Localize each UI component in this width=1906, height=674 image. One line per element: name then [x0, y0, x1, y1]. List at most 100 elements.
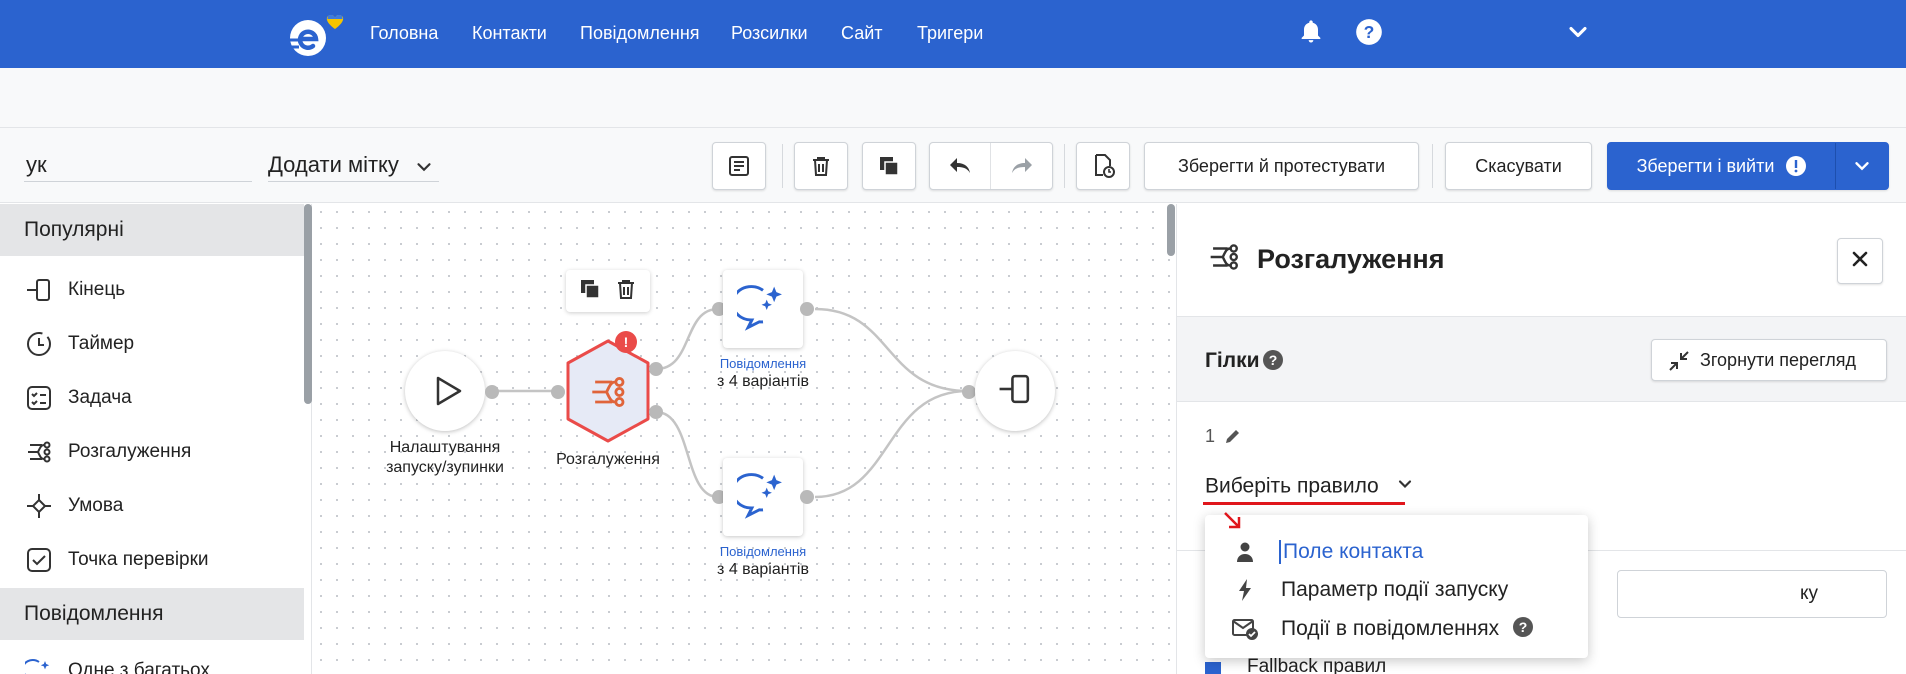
rule-select-label: Виберіть правило	[1205, 474, 1379, 498]
dropdown-item-message-events[interactable]: Події в повідомленнях ?	[1205, 609, 1588, 649]
end-node[interactable]	[975, 351, 1055, 431]
collapse-view-button[interactable]: Згорнути перегляд	[1651, 339, 1887, 381]
branch-node[interactable]	[565, 338, 651, 444]
lightning-icon	[1227, 578, 1263, 602]
svg-text:?: ?	[1269, 352, 1278, 368]
save-and-exit-label: Зберегти і вийти	[1636, 155, 1775, 176]
help-icon[interactable]: ?	[1513, 616, 1534, 642]
message-node-caption: Повідомлення	[719, 544, 807, 559]
error-badge: !	[615, 331, 637, 353]
toolbar-divider	[1064, 144, 1065, 188]
file-history-icon	[1090, 153, 1116, 179]
palette-item-label: Кінець	[68, 279, 126, 300]
palette-section-popular[interactable]: Популярні	[0, 204, 304, 256]
palette-item-timer[interactable]: Таймер	[0, 317, 304, 371]
save-and-exit-button[interactable]: Зберегти і вийти	[1608, 143, 1836, 189]
copy-icon	[877, 154, 901, 178]
logo[interactable]	[288, 14, 348, 58]
palette-section-messages[interactable]: Повідомлення	[0, 588, 304, 640]
connector-dot[interactable]	[649, 362, 663, 376]
palette-item-checkpoint[interactable]: Точка перевірки	[0, 533, 304, 587]
redo-button[interactable]	[991, 143, 1052, 189]
trash-icon[interactable]	[614, 277, 638, 306]
palette-item-label: Одне з багатьох	[68, 660, 210, 674]
add-tag-label: Додати мітку	[268, 152, 399, 177]
connector-dot[interactable]	[485, 385, 499, 399]
dropdown-item-contact-field[interactable]: Поле контакта	[1205, 532, 1588, 572]
redo-icon	[1009, 154, 1035, 178]
close-panel-button[interactable]	[1837, 238, 1883, 284]
version-history-button[interactable]	[1076, 142, 1130, 190]
fallback-text: Fallback правил	[1247, 656, 1387, 674]
chevron-down-icon	[1851, 155, 1873, 177]
element-palette: Популярні Кінець Таймер Задача Розгалуже…	[0, 204, 312, 674]
add-tag-dropdown[interactable]: Додати мітку	[268, 150, 439, 182]
nav-contacts[interactable]: Контакти	[472, 23, 547, 44]
bell-icon[interactable]	[1297, 18, 1325, 46]
sub-header	[0, 68, 1906, 128]
help-icon[interactable]: ?	[1263, 350, 1283, 375]
message-node-top[interactable]	[723, 270, 803, 348]
palette-item-condition[interactable]: Умова	[0, 479, 304, 533]
nav-triggers[interactable]: Тригери	[917, 23, 983, 44]
connector-dot[interactable]	[649, 405, 663, 419]
branches-title: Гілки	[1205, 349, 1260, 372]
connector-dot[interactable]	[800, 302, 814, 316]
nav-home[interactable]: Головна	[370, 23, 438, 44]
duplicate-button[interactable]	[862, 142, 916, 190]
start-node[interactable]	[405, 351, 485, 431]
nav-site[interactable]: Сайт	[841, 23, 883, 44]
delete-button[interactable]	[794, 142, 848, 190]
workflow-name-input[interactable]: ук	[24, 150, 252, 182]
palette-item-task[interactable]: Задача	[0, 371, 304, 425]
save-options-dropdown[interactable]	[1836, 143, 1888, 189]
palette-item-one-of-many[interactable]: Одне з багатьох	[0, 644, 304, 674]
palette-item-label: Розгалуження	[68, 441, 192, 462]
palette-item-branch[interactable]: Розгалуження	[0, 425, 304, 479]
chevron-down-icon	[1395, 474, 1415, 500]
connector-dot[interactable]	[962, 385, 976, 399]
nav-campaigns[interactable]: Розсилки	[731, 23, 808, 44]
play-icon	[429, 373, 465, 414]
copy-icon[interactable]	[578, 277, 602, 306]
save-and-test-button[interactable]: Зберегти й протестувати	[1144, 142, 1419, 190]
trash-icon	[809, 154, 833, 178]
top-navigation: Головна Контакти Повідомлення Розсилки С…	[0, 0, 1906, 68]
end-icon	[997, 371, 1033, 412]
undo-button[interactable]	[930, 143, 992, 189]
cancel-button[interactable]: Скасувати	[1445, 142, 1592, 190]
help-icon[interactable]: ?	[1355, 18, 1383, 46]
message-node-label: з 4 варіантів	[717, 373, 809, 390]
palette-scrollbar[interactable]	[304, 204, 312, 404]
connector-dot[interactable]	[800, 490, 814, 504]
message-node-bottom[interactable]	[723, 458, 803, 536]
node-actions	[566, 270, 650, 312]
ai-message-icon	[24, 656, 54, 674]
fallback-label: Fallback правил	[1217, 656, 1386, 674]
warning-icon	[1786, 156, 1807, 176]
chevron-down-icon	[413, 156, 435, 184]
task-icon	[24, 383, 54, 413]
nav-messages[interactable]: Повідомлення	[580, 23, 700, 44]
save-and-exit-group: Зберегти і вийти	[1607, 142, 1889, 190]
person-icon	[1227, 541, 1263, 563]
branch-icon	[1207, 240, 1241, 279]
dropdown-item-label: Події в повідомленнях	[1281, 617, 1500, 640]
chevron-down-icon[interactable]	[1564, 18, 1592, 46]
editor-toolbar: ук Додати мітку Зберегти й протестувати …	[0, 128, 1906, 203]
palette-item-end[interactable]: Кінець	[0, 263, 304, 317]
mail-check-icon	[1227, 617, 1263, 641]
dropdown-item-trigger-param[interactable]: Параметр події запуску	[1205, 570, 1588, 610]
notes-button[interactable]	[712, 142, 766, 190]
checkpoint-icon	[24, 545, 54, 575]
branch-field[interactable]: ку	[1617, 570, 1887, 618]
connector-dot[interactable]	[551, 385, 565, 399]
branch-number: 1	[1205, 426, 1216, 446]
workflow-canvas[interactable]: Налаштування запуску/зупинки ! Розгалуже…	[313, 204, 1175, 674]
ai-message-icon	[731, 281, 789, 338]
canvas-scrollbar[interactable]	[1167, 204, 1175, 256]
svg-text:?: ?	[1519, 619, 1528, 635]
dropdown-item-label: Параметр події запуску	[1281, 578, 1509, 601]
rule-select[interactable]: Виберіть правило	[1205, 474, 1415, 500]
pencil-icon[interactable]	[1223, 426, 1243, 451]
